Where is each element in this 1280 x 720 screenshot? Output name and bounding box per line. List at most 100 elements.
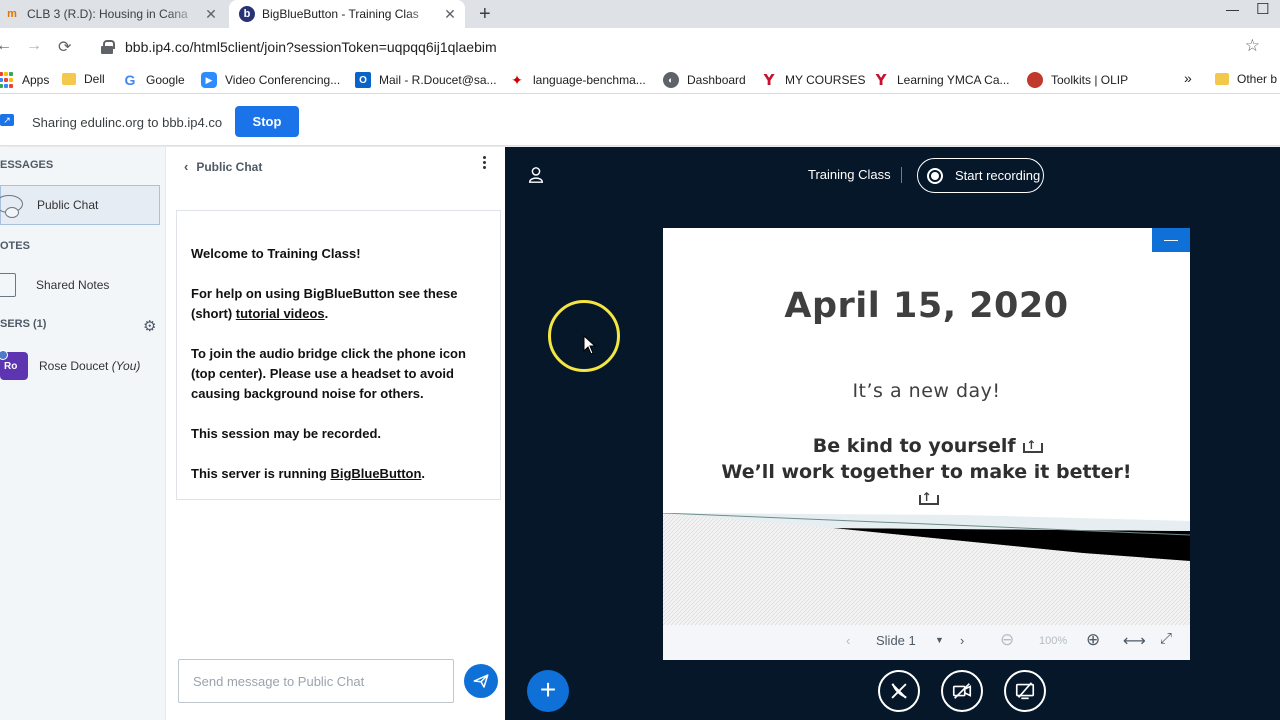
presentation-slide: — April 15, 2020 It’s a new day! Be kind… [663, 228, 1190, 660]
bookmark-dashboard[interactable]: ◐ Dashboard [663, 72, 746, 88]
actions-plus-button[interactable]: + [527, 670, 569, 712]
fullscreen-icon[interactable]: ⤢ [1160, 630, 1172, 647]
minimize-presentation-button[interactable]: — [1152, 228, 1190, 252]
minimize-window-icon[interactable]: — [1226, 2, 1239, 17]
bookmark-learning-ymca[interactable]: Y Learning YMCA Ca... [873, 71, 1010, 89]
close-icon[interactable]: ✕ [441, 6, 459, 23]
screenshare-button[interactable] [1004, 670, 1046, 712]
notes-section-title: OTES [0, 240, 30, 252]
sharing-status-text: Sharing edulinc.org to bbb.ip4.co [32, 115, 223, 130]
notes-icon [0, 273, 24, 297]
avatar: Ro [0, 350, 28, 380]
chevron-down-icon[interactable]: ▼ [935, 635, 944, 645]
tutorial-videos-link[interactable]: tutorial videos [236, 306, 325, 321]
recorded-line: This session may be recorded. [191, 426, 382, 441]
server-line: This server is running BigBlueButton. [191, 466, 426, 481]
apps-icon [0, 72, 14, 88]
bookmark-apps[interactable]: Apps [0, 72, 49, 88]
maple-leaf-icon: ✦ [511, 71, 523, 88]
forward-icon[interactable]: → [26, 37, 42, 55]
bookmark-video-conferencing[interactable]: ▶ Video Conferencing... [201, 72, 340, 88]
nav-item-label: Public Chat [37, 198, 99, 212]
help-line: For help on using BigBlueButton see thes… [191, 286, 458, 321]
fit-width-icon[interactable]: ⟷ [1123, 631, 1146, 651]
bookmark-other[interactable]: Other b [1215, 72, 1277, 86]
address-bar[interactable]: bbb.ip4.co/html5client/join?sessionToken… [86, 32, 1272, 62]
slide-decoration [663, 513, 1190, 625]
camera-off-icon [952, 683, 972, 699]
tab-title: CLB 3 (R.D): Housing in Cana [27, 7, 188, 21]
welcome-line: Welcome to Training Class! [191, 246, 361, 261]
ymca-icon: Y [763, 71, 775, 89]
send-message-button[interactable] [464, 664, 498, 698]
zoom-out-icon[interactable]: ⊖ [1000, 630, 1014, 650]
slide-text: It’s a new day! [852, 380, 1001, 402]
bookmark-label: Video Conferencing... [225, 73, 341, 87]
stop-sharing-button[interactable]: Stop [235, 106, 299, 137]
audio-button[interactable] [878, 670, 920, 712]
olip-icon [1027, 72, 1043, 88]
users-section-title: SERS (1) [0, 318, 47, 330]
shared-notes-nav-item[interactable]: Shared Notes [0, 265, 160, 305]
bookmark-dell[interactable]: Dell [62, 72, 105, 86]
maximize-window-icon[interactable]: ☐ [1256, 0, 1269, 18]
url-text: bbb.ip4.co/html5client/join?sessionToken… [125, 39, 497, 55]
bookmark-my-courses[interactable]: Y MY COURSES [761, 71, 866, 89]
browser-tab-bigbluebutton[interactable]: b BigBlueButton - Training Clas ✕ [229, 0, 465, 28]
start-recording-button[interactable]: Start recording [917, 158, 1044, 193]
bookmarks-overflow-button[interactable]: » [1184, 70, 1192, 86]
user-list-panel: ESSAGES Public Chat OTES Shared Notes SE… [0, 147, 166, 720]
browser-toolbar: ← → ⟳ bbb.ip4.co/html5client/join?sessio… [0, 28, 1280, 66]
chat-icon [0, 195, 25, 218]
messages-section-title: ESSAGES [0, 159, 54, 171]
video-camera-icon: ▶ [201, 72, 217, 88]
dashboard-icon: ◐ [663, 72, 679, 88]
chat-header-back-button[interactable]: ‹ Public Chat [184, 159, 262, 174]
bookmark-language-benchmarks[interactable]: ✦ language-benchma... [509, 72, 646, 88]
next-slide-icon[interactable]: › [960, 633, 964, 648]
zoom-in-icon[interactable]: ⊕ [1086, 630, 1100, 650]
user-list-item[interactable]: Ro Rose Doucet (You) [0, 346, 160, 386]
bookmark-label: Dell [84, 72, 105, 86]
slide-selector[interactable]: Slide 1 [876, 633, 916, 648]
browser-tab-clb3[interactable]: m CLB 3 (R.D): Housing in Cana ✕ [0, 0, 226, 28]
phone-off-icon [891, 683, 907, 699]
close-icon[interactable]: ✕ [202, 6, 220, 23]
bookmark-label: Dashboard [687, 73, 746, 87]
previous-slide-icon[interactable]: ‹ [846, 633, 850, 648]
star-icon[interactable]: ☆ [1245, 36, 1260, 56]
user-name: Rose Doucet (You) [39, 359, 141, 373]
bookmark-toolkits-olip[interactable]: Toolkits | OLIP [1027, 72, 1128, 88]
video-button[interactable] [941, 670, 983, 712]
public-chat-nav-item[interactable]: Public Chat [0, 185, 160, 225]
tab-title: BigBlueButton - Training Clas [262, 7, 419, 21]
user-icon[interactable] [527, 166, 545, 184]
screen-share-off-icon [1015, 682, 1035, 700]
outlook-icon: O [355, 72, 371, 88]
bookmark-label: Mail - R.Doucet@sa... [379, 73, 497, 87]
bookmark-label: Other b [1237, 72, 1278, 86]
chat-message-input[interactable]: Send message to Public Chat [178, 659, 454, 703]
bookmark-mail[interactable]: O Mail - R.Doucet@sa... [355, 72, 497, 88]
m-icon: m [7, 8, 17, 20]
bbb-icon: b [239, 6, 255, 22]
bookmark-google[interactable]: G Google [122, 72, 185, 88]
reload-icon[interactable]: ⟳ [58, 37, 71, 57]
lock-icon [101, 40, 115, 54]
send-icon [473, 674, 489, 688]
record-icon [927, 167, 943, 184]
more-options-icon[interactable] [480, 156, 488, 169]
ymca-icon: Y [875, 71, 887, 89]
new-tab-button[interactable]: + [479, 3, 491, 26]
share-screen-icon: ↗ [0, 114, 14, 126]
gear-icon[interactable]: ⚙ [143, 317, 156, 335]
chat-title: Public Chat [196, 159, 263, 174]
zoom-level[interactable]: 100% [1039, 635, 1067, 647]
back-icon[interactable]: ← [0, 37, 12, 55]
meeting-title: Training Class [808, 167, 891, 182]
welcome-message: Welcome to Training Class! For help on u… [176, 210, 501, 500]
presentation-area: Training Class Start recording — April 1… [505, 147, 1280, 720]
bigbluebutton-link[interactable]: BigBlueButton [330, 466, 421, 481]
folder-icon [1215, 73, 1229, 85]
emoji-icon [1022, 432, 1044, 458]
